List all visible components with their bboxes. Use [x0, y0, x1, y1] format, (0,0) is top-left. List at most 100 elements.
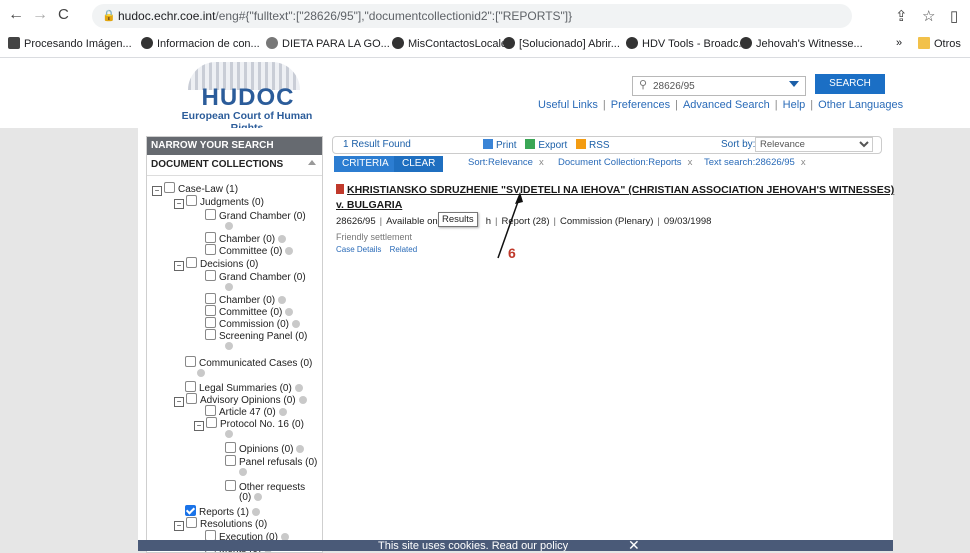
- help-icon[interactable]: [239, 468, 247, 476]
- search-input[interactable]: [651, 78, 775, 94]
- filter-resolutions[interactable]: − Resolutions (0): [174, 517, 267, 531]
- globe-icon: [392, 37, 404, 49]
- clear-all-button[interactable]: CLEAR ALL: [394, 156, 444, 185]
- bookmark-4[interactable]: MisContactosLocales: [392, 37, 513, 50]
- advanced-search-link[interactable]: Advanced Search: [683, 99, 770, 111]
- filter-opinions[interactable]: Opinions (0): [225, 442, 305, 455]
- help-icon[interactable]: [285, 247, 294, 255]
- filter-judgments[interactable]: − Judgments (0): [174, 195, 264, 209]
- filter-decisions[interactable]: − Decisions (0): [174, 257, 258, 271]
- search-field[interactable]: ⚲: [632, 76, 806, 96]
- document-icon: [336, 184, 344, 194]
- rss-icon: [576, 139, 587, 149]
- bookmark-7[interactable]: Jehovah's Witnesse...: [740, 37, 863, 50]
- sidebar-subtitle[interactable]: DOCUMENT COLLECTIONS: [147, 155, 322, 176]
- help-icon[interactable]: [225, 430, 233, 438]
- globe-icon: [503, 37, 515, 49]
- sidepanel-icon[interactable]: ▯: [950, 7, 958, 25]
- search-icon: ⚲: [639, 79, 648, 91]
- filter-grand-chamber[interactable]: Grand Chamber (0): [205, 209, 306, 222]
- help-link[interactable]: Help: [783, 99, 806, 111]
- help-icon[interactable]: [254, 493, 263, 501]
- result-tools: Print Export RSS: [483, 139, 610, 151]
- minus-icon[interactable]: −: [174, 521, 184, 531]
- share-icon[interactable]: ⇪: [895, 7, 908, 25]
- result-title-link[interactable]: KHRISTIANSKO SDRUZHENIE "SVIDETELI NA IE…: [336, 184, 894, 196]
- filter-screening-panel[interactable]: Screening Panel (0): [205, 329, 307, 342]
- address-bar[interactable]: 🔒 hudoc.echr.coe.int/eng#{"fulltext":["2…: [92, 4, 852, 28]
- filter-other-requests[interactable]: Other requests: [225, 480, 305, 493]
- help-icon[interactable]: [296, 445, 305, 453]
- browser-toolbar: ← → C 🔒 hudoc.echr.coe.int/eng#{"fulltex…: [0, 0, 970, 32]
- filter-decisions-grand-chamber[interactable]: Grand Chamber (0): [205, 270, 306, 283]
- result-count: 1 Result Found: [343, 139, 411, 150]
- rss-button[interactable]: RSS: [576, 139, 610, 151]
- help-icon[interactable]: [292, 320, 301, 328]
- search-button[interactable]: SEARCH: [815, 74, 885, 94]
- preferences-link[interactable]: Preferences: [611, 99, 670, 111]
- result-subtitle-link[interactable]: v. BULGARIA: [336, 199, 402, 211]
- minus-icon[interactable]: −: [174, 397, 184, 407]
- related-link[interactable]: Related: [390, 245, 418, 254]
- back-arrow-icon[interactable]: ←: [8, 7, 24, 23]
- remove-icon[interactable]: x: [539, 157, 544, 168]
- annotation-number: 6: [508, 245, 516, 261]
- sidebar-title: NARROW YOUR SEARCH: [147, 137, 322, 155]
- filter-committee[interactable]: Committee (0): [205, 244, 294, 257]
- minus-icon[interactable]: −: [194, 421, 204, 431]
- help-icon[interactable]: [278, 235, 287, 243]
- help-icon[interactable]: [225, 342, 233, 350]
- minus-icon[interactable]: −: [174, 261, 184, 271]
- remove-icon[interactable]: x: [688, 157, 693, 168]
- crumb-text-search[interactable]: Text search:28626/95 x: [704, 157, 806, 168]
- minus-icon[interactable]: −: [174, 199, 184, 209]
- help-icon[interactable]: [278, 408, 287, 416]
- results-tooltip: Results: [438, 212, 478, 227]
- collapse-icon[interactable]: [308, 160, 316, 165]
- globe-icon: [141, 37, 153, 49]
- forward-arrow-icon[interactable]: →: [32, 7, 48, 23]
- help-icon[interactable]: [197, 369, 205, 377]
- filter-other-requests-count: (0): [239, 492, 263, 503]
- chevron-down-icon[interactable]: [789, 81, 799, 87]
- hudoc-logo[interactable]: HUDOC European Court of Human Rights: [178, 62, 318, 134]
- print-button[interactable]: Print: [483, 139, 517, 151]
- help-icon[interactable]: [294, 384, 303, 392]
- other-bookmarks[interactable]: Otros: [918, 37, 961, 50]
- filter-communicated-cases[interactable]: Communicated Cases (0): [185, 356, 312, 369]
- help-icon[interactable]: [225, 283, 233, 291]
- export-icon: [525, 139, 536, 149]
- cookie-banner: This site uses cookies. Read our policy …: [138, 540, 893, 551]
- minus-icon[interactable]: −: [152, 186, 162, 196]
- print-icon: [483, 139, 493, 149]
- bookmark-1[interactable]: Procesando Imágen...: [8, 37, 132, 50]
- crumb-collection[interactable]: Document Collection:Reports x: [558, 157, 692, 168]
- bookmark-3[interactable]: DIETA PARA LA GO...: [266, 37, 390, 50]
- crumb-sort[interactable]: Sort:Relevance x: [468, 157, 544, 168]
- filter-case-law[interactable]: − Case-Law (1): [152, 182, 238, 196]
- useful-links-link[interactable]: Useful Links: [538, 99, 598, 111]
- star-icon[interactable]: ☆: [922, 7, 935, 25]
- checked-icon[interactable]: [185, 505, 196, 516]
- bookmarks-more[interactable]: »: [896, 37, 902, 49]
- filter-panel-refusals[interactable]: Panel refusals (0): [225, 455, 317, 468]
- help-icon[interactable]: [285, 308, 294, 316]
- export-button[interactable]: Export: [525, 139, 567, 151]
- help-icon[interactable]: [225, 222, 233, 230]
- lock-icon: 🔒: [102, 10, 116, 22]
- close-icon[interactable]: ✕: [628, 540, 640, 551]
- remove-icon[interactable]: x: [801, 157, 806, 168]
- bookmark-5[interactable]: [Solucionado] Abrir...: [503, 37, 620, 50]
- bookmarks-bar: Procesando Imágen... Informacion de con.…: [0, 32, 970, 58]
- filter-protocol-16[interactable]: − Protocol No. 16 (0): [194, 417, 304, 431]
- bookmark-6[interactable]: HDV Tools - Broadc...: [626, 37, 748, 50]
- help-icon[interactable]: [252, 508, 261, 516]
- other-languages-link[interactable]: Other Languages: [818, 99, 903, 111]
- reload-icon[interactable]: C: [58, 7, 69, 23]
- help-icon[interactable]: [278, 296, 287, 304]
- case-details-link[interactable]: Case Details: [336, 245, 381, 254]
- help-icon[interactable]: [298, 396, 307, 404]
- bookmark-2[interactable]: Informacion de con...: [141, 37, 260, 50]
- sort-select[interactable]: Relevance: [755, 137, 873, 152]
- results-toolbar: 1 Result Found Print Export RSS Sort by:…: [332, 136, 882, 154]
